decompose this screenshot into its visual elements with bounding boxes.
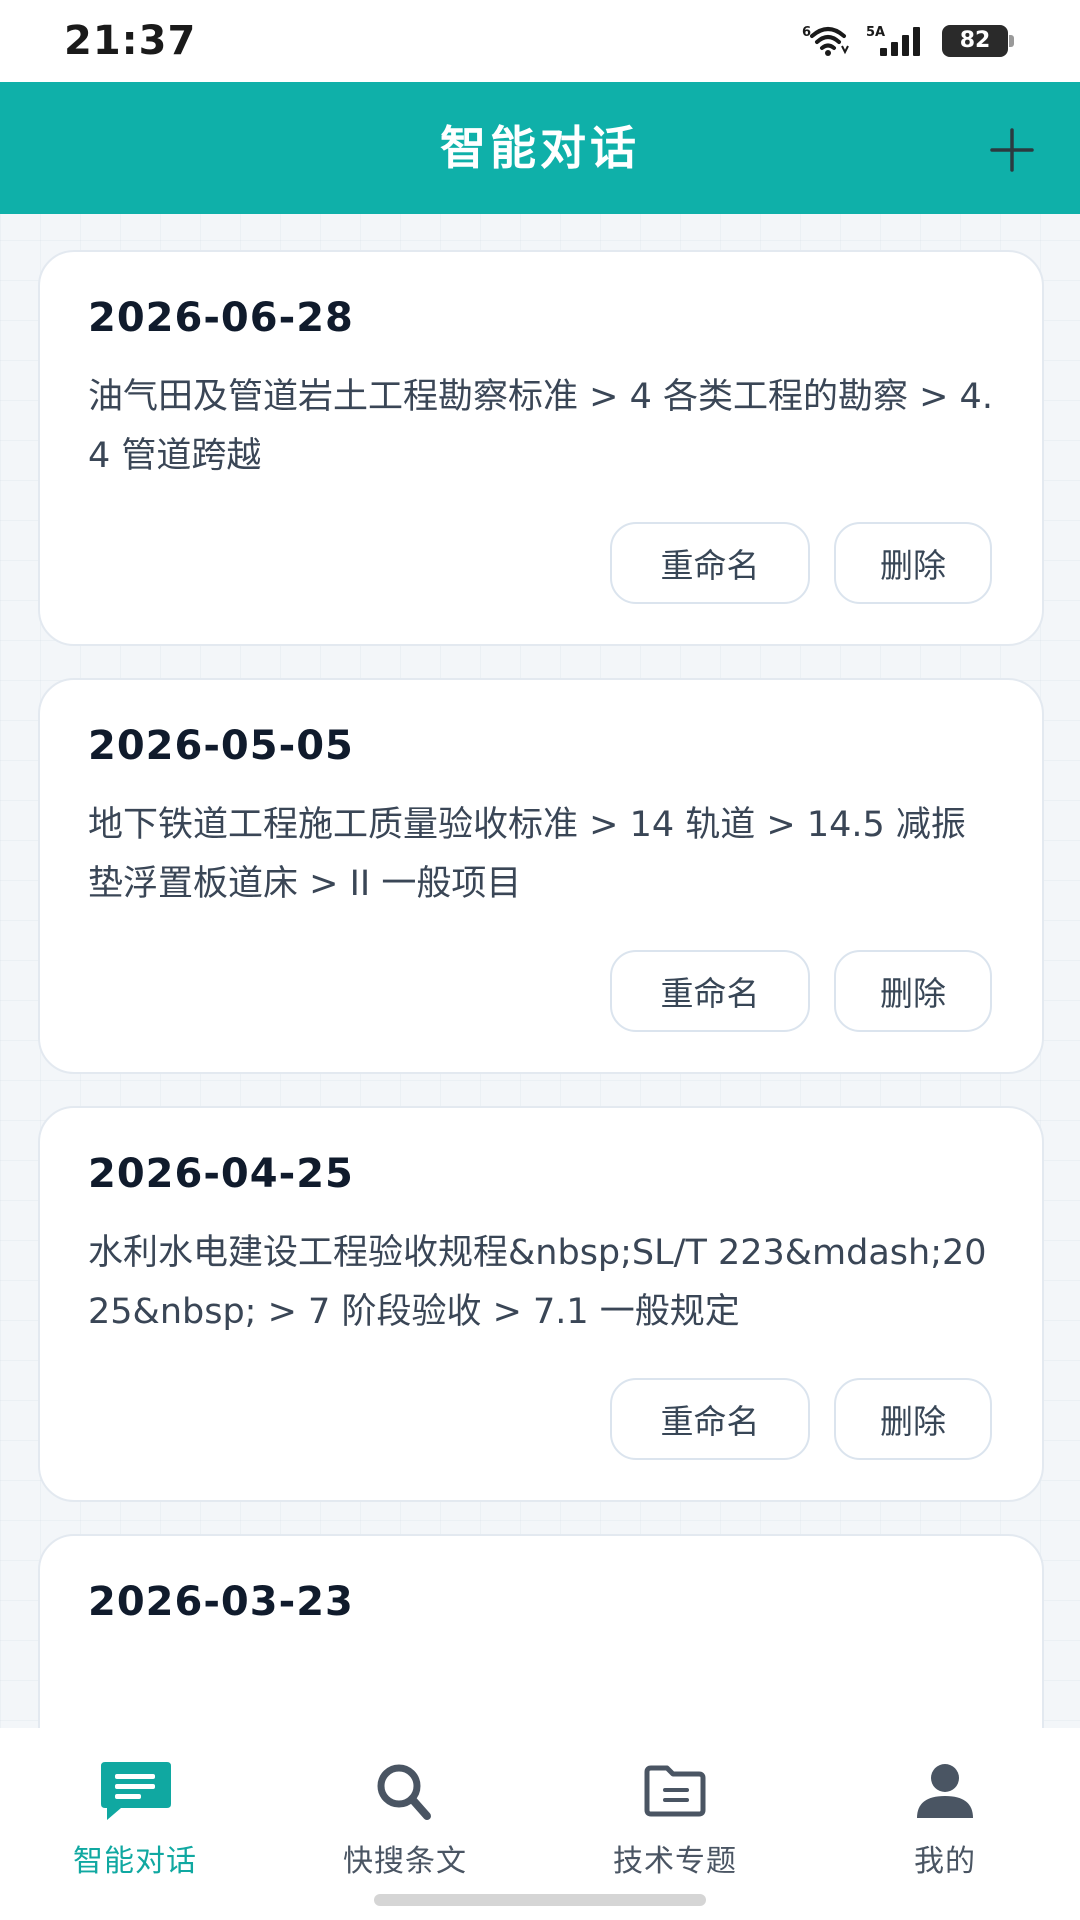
nav-item-chat[interactable]: 智能对话 <box>35 1758 235 1879</box>
chat-icon <box>101 1762 171 1820</box>
search-icon <box>377 1764 431 1820</box>
conversation-card[interactable]: 2026-04-25 水利水电建设工程验收规程&nbsp;SL/T 223&md… <box>38 1106 1044 1502</box>
conversation-date: 2026-04-25 <box>88 1151 354 1197</box>
nav-item-search[interactable]: 快搜条文 <box>305 1758 505 1879</box>
plus-icon <box>990 128 1034 172</box>
app-screen: 21:37 6 5A 82 智能对话 2026-06-28 油气田及管道岩土工程… <box>0 0 1080 1920</box>
battery-level: 82 <box>942 25 1008 57</box>
status-time: 21:37 <box>64 18 197 64</box>
delete-button[interactable]: 删除 <box>834 1378 992 1460</box>
conversation-date: 2026-03-23 <box>88 1579 354 1625</box>
conversation-actions: 重命名 删除 <box>88 522 994 604</box>
new-conversation-button[interactable] <box>986 124 1038 176</box>
conversation-date: 2026-06-28 <box>88 295 354 341</box>
folder-icon <box>644 1765 706 1817</box>
conversation-list: 2026-06-28 油气田及管道岩土工程勘察标准 > 4 各类工程的勘察 > … <box>38 250 1044 1826</box>
page-title: 智能对话 <box>440 121 640 175</box>
signal-badge: 5A <box>866 25 885 40</box>
conversation-date: 2026-05-05 <box>88 723 354 769</box>
nav-item-profile[interactable]: 我的 <box>845 1758 1045 1879</box>
user-icon <box>917 1764 973 1818</box>
conversation-card[interactable]: 2026-06-28 油气田及管道岩土工程勘察标准 > 4 各类工程的勘察 > … <box>38 250 1044 646</box>
rename-button[interactable]: 重命名 <box>610 950 810 1032</box>
nav-label: 快搜条文 <box>343 1844 467 1879</box>
conversation-actions: 重命名 删除 <box>88 1378 994 1460</box>
conversation-title: 水利水电建设工程验收规程&nbsp;SL/T 223&mdash;2025&nb… <box>88 1233 987 1332</box>
conversation-title: 地下铁道工程施工质量验收标准 > 14 轨道 > 14.5 减振垫浮置板道床 >… <box>88 805 966 904</box>
nav-label: 我的 <box>914 1844 976 1879</box>
home-indicator <box>374 1894 706 1906</box>
rename-button[interactable]: 重命名 <box>610 522 810 604</box>
conversation-title: 油气田及管道岩土工程勘察标准 > 4 各类工程的勘察 > 4.4 管道跨越 <box>88 377 993 476</box>
conversation-actions: 重命名 删除 <box>88 950 994 1032</box>
status-icons: 6 5A 82 <box>802 24 1014 58</box>
nav-label: 智能对话 <box>73 1844 197 1879</box>
wifi-badge: 6 <box>802 25 811 40</box>
status-bar: 21:37 6 5A 82 <box>0 0 1080 82</box>
app-header: 智能对话 <box>0 82 1080 214</box>
wifi-icon: 6 <box>802 25 849 56</box>
delete-button[interactable]: 删除 <box>834 950 992 1032</box>
bottom-nav: 智能对话 快搜条文 技术专题 我的 <box>0 1728 1080 1920</box>
conversation-card[interactable]: 2026-05-05 地下铁道工程施工质量验收标准 > 14 轨道 > 14.5… <box>38 678 1044 1074</box>
nav-label: 技术专题 <box>613 1844 737 1879</box>
delete-button[interactable]: 删除 <box>834 522 992 604</box>
battery-icon: 82 <box>942 25 1014 57</box>
rename-button[interactable]: 重命名 <box>610 1378 810 1460</box>
nav-item-topics[interactable]: 技术专题 <box>575 1758 775 1879</box>
cell-signal-icon: 5A <box>866 25 920 56</box>
